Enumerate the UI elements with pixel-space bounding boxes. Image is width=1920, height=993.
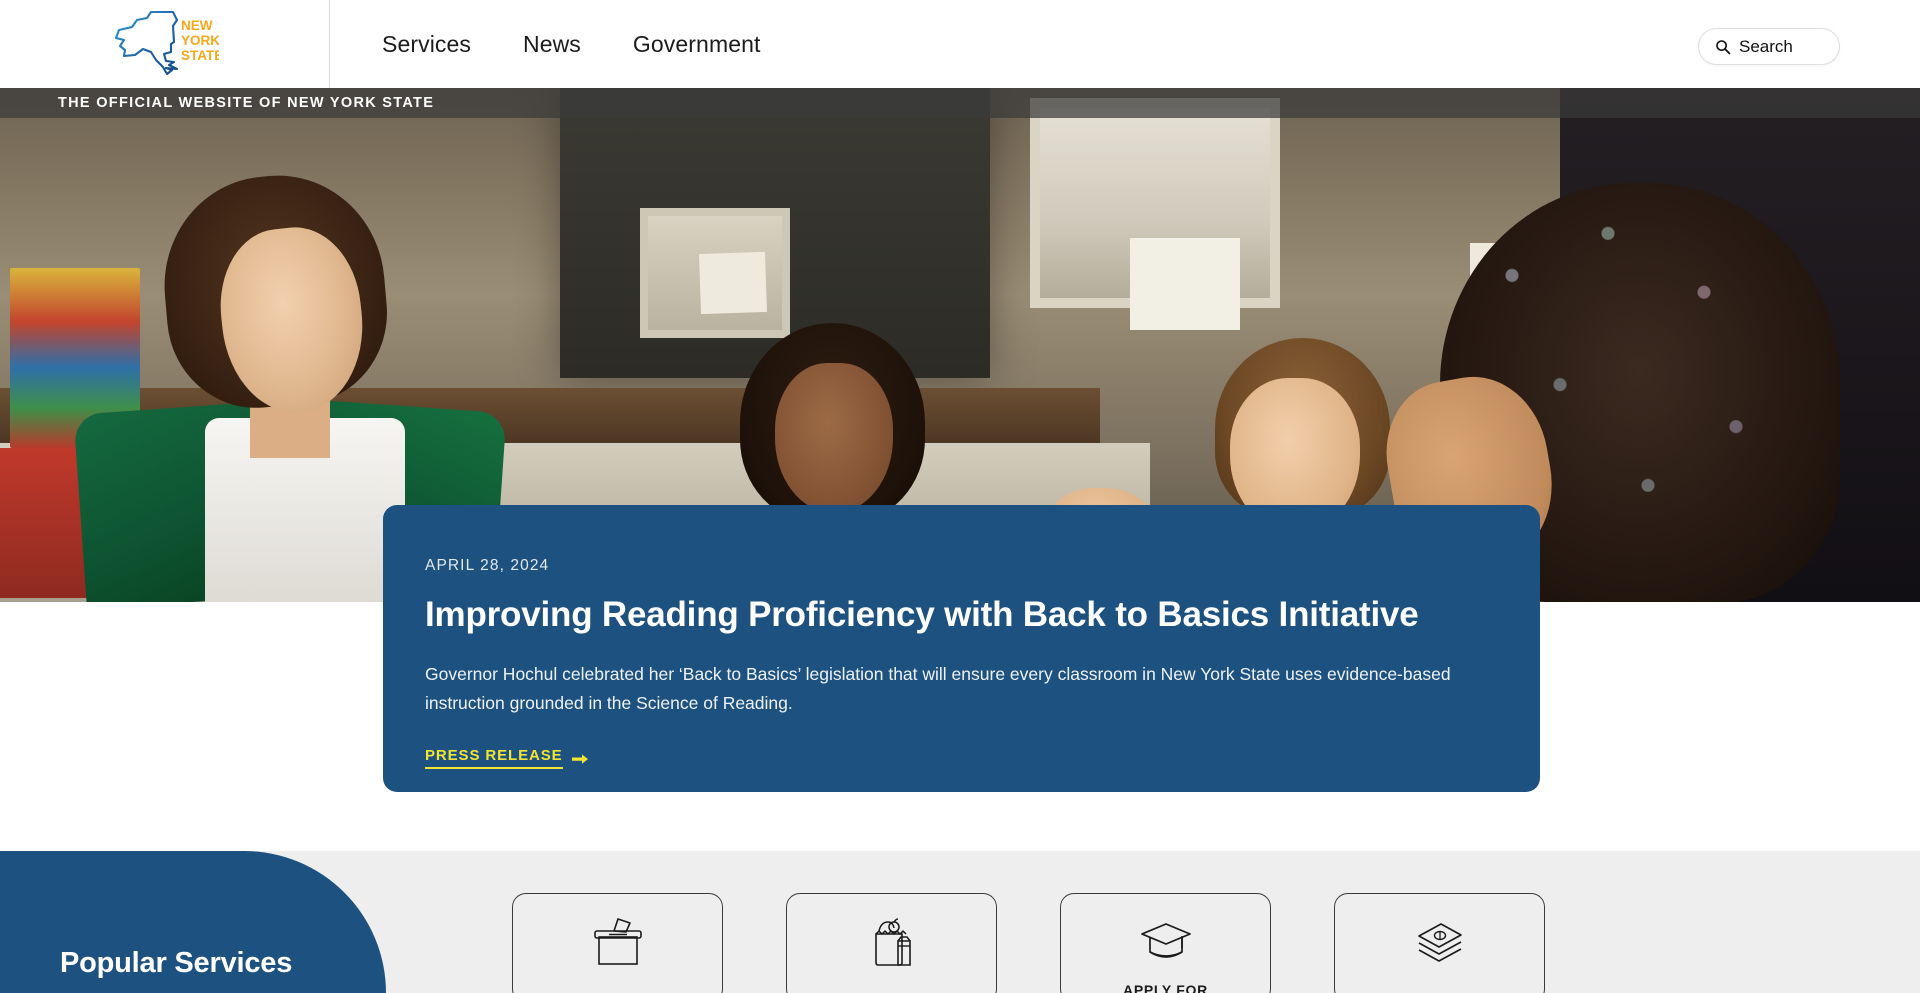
search-button[interactable]: Search bbox=[1698, 28, 1840, 65]
search-icon bbox=[1716, 39, 1731, 54]
ballot-box-icon bbox=[593, 918, 642, 965]
official-website-banner: THE OFFICIAL WEBSITE OF NEW YORK STATE bbox=[0, 88, 1920, 118]
press-release-link[interactable]: PRESS RELEASE bbox=[425, 747, 589, 769]
service-card-label: APPLY FOR bbox=[1123, 982, 1208, 993]
arrow-right-icon bbox=[571, 754, 588, 765]
svg-text:STATE: STATE bbox=[181, 48, 219, 63]
hero-feature-card: APRIL 28, 2024 Improving Reading Profici… bbox=[383, 505, 1540, 792]
nav-item-services[interactable]: Services bbox=[382, 32, 471, 56]
popular-services-title: Popular Services bbox=[60, 947, 293, 979]
press-release-label: PRESS RELEASE bbox=[425, 747, 563, 769]
cash-stack-icon bbox=[1417, 923, 1462, 962]
main-nav: Services News Government bbox=[382, 0, 760, 88]
service-card-apply-for[interactable]: APPLY FOR bbox=[1060, 893, 1271, 993]
svg-text:NEW: NEW bbox=[181, 18, 213, 33]
new-york-state-logo-icon: NEW YORK STATE bbox=[114, 10, 219, 76]
svg-text:YORK: YORK bbox=[181, 33, 219, 48]
service-card-food-assistance[interactable] bbox=[786, 893, 997, 993]
site-logo[interactable]: NEW YORK STATE bbox=[0, 0, 330, 88]
official-website-text: THE OFFICIAL WEBSITE OF NEW YORK STATE bbox=[58, 95, 435, 111]
site-header: NEW YORK STATE Services News Government … bbox=[0, 0, 1920, 88]
hero-card-date: APRIL 28, 2024 bbox=[425, 557, 550, 574]
service-card-vote[interactable] bbox=[512, 893, 723, 993]
hero-card-title: Improving Reading Proficiency with Back … bbox=[425, 595, 1419, 634]
grocery-bag-icon bbox=[874, 918, 911, 966]
hero-card-body: Governor Hochul celebrated her ‘Back to … bbox=[425, 664, 1451, 713]
nav-item-government[interactable]: Government bbox=[633, 32, 761, 56]
search-label: Search bbox=[1739, 36, 1793, 56]
service-card-unclaimed-funds[interactable] bbox=[1334, 893, 1545, 993]
graduation-cap-icon bbox=[1140, 923, 1191, 958]
nav-item-news[interactable]: News bbox=[523, 32, 581, 56]
